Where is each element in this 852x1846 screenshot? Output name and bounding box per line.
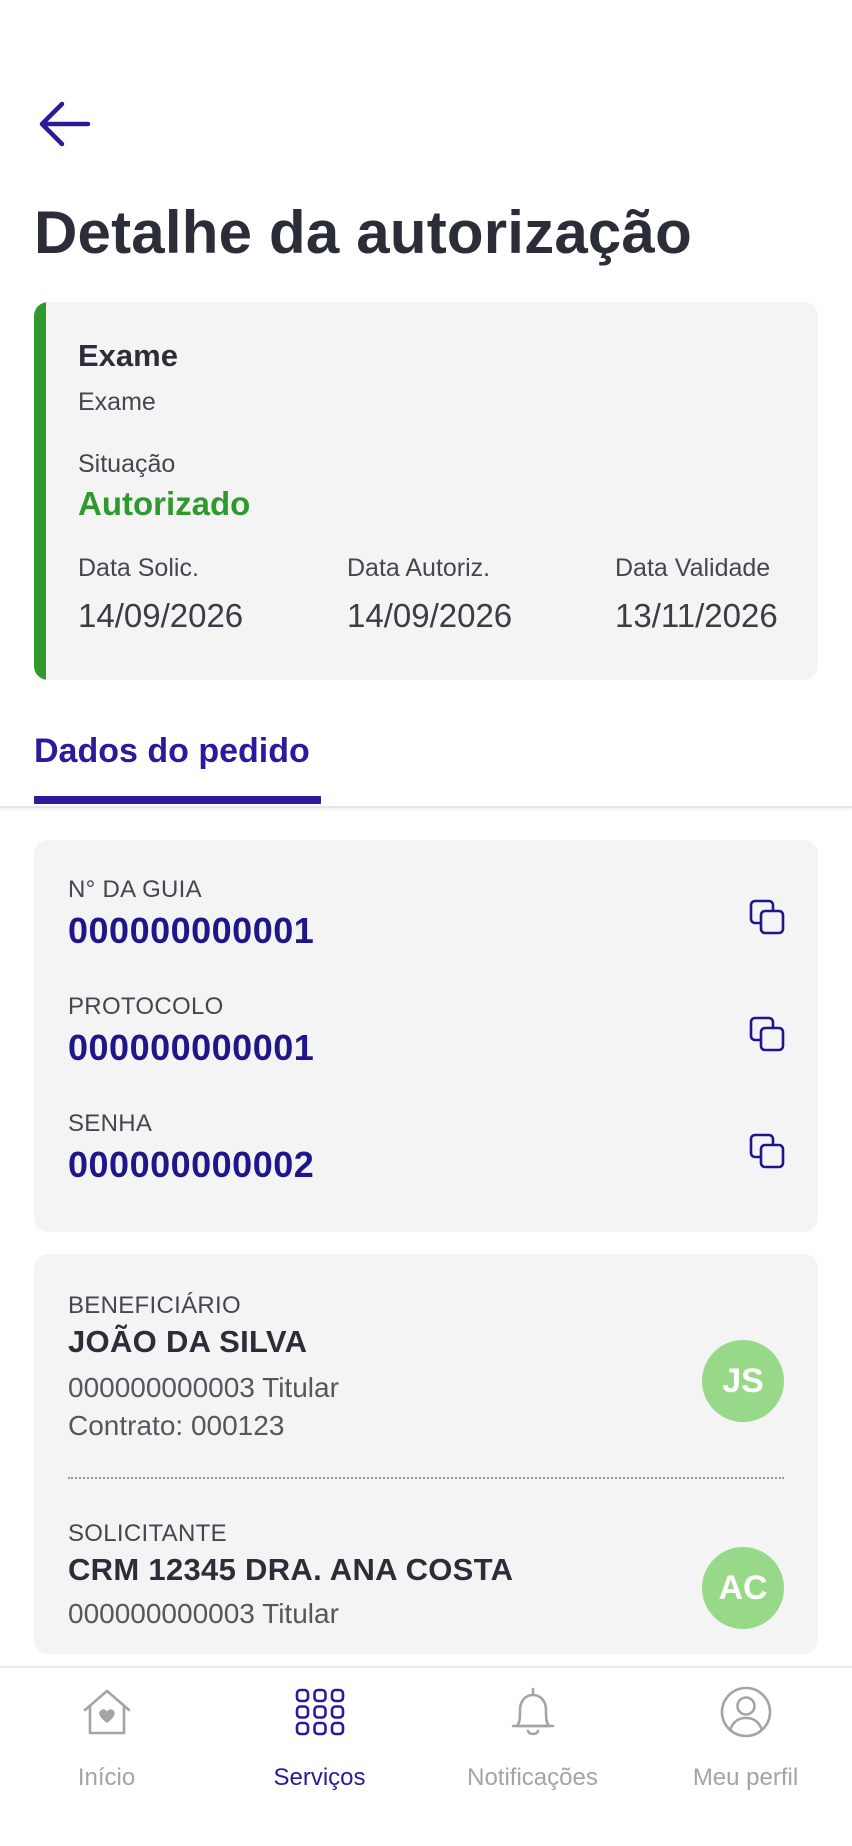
- protocol-value: 000000000001: [68, 1027, 315, 1068]
- request-date-label: Data Solic.: [78, 554, 199, 582]
- exam-subtype: Exame: [78, 388, 156, 416]
- requester-label: SOLICITANTE: [68, 1520, 227, 1547]
- password-label: SENHA: [68, 1110, 153, 1137]
- avatar: AC: [702, 1547, 784, 1629]
- copy-icon: [749, 899, 785, 935]
- authorization-date-label: Data Autoriz.: [347, 554, 491, 582]
- guide-number-row: N° DA GUIA 000000000001: [68, 876, 788, 951]
- grid-icon: [292, 1684, 348, 1740]
- beneficiary-contract: Contrato: 000123: [68, 1410, 285, 1441]
- nav-label-services: Serviços: [273, 1764, 366, 1791]
- divider: [68, 1477, 784, 1479]
- user-icon: [718, 1684, 774, 1740]
- request-date-value: 14/09/2026: [78, 597, 244, 634]
- nav-label-home: Início: [77, 1764, 136, 1791]
- copy-icon: [749, 1016, 785, 1052]
- guide-number-label: N° DA GUIA: [68, 876, 202, 903]
- exam-type: Exame: [78, 338, 178, 373]
- requester-id: 000000000003 Titular: [68, 1598, 339, 1629]
- people-card: BENEFICIÁRIO JOÃO DA SILVA 000000000003 …: [34, 1254, 818, 1654]
- validity-date-value: 13/11/2026: [615, 597, 778, 634]
- copy-password-button[interactable]: [748, 1132, 788, 1172]
- page-title: Detalhe da autorização: [34, 199, 692, 266]
- authorization-date: Data Autoriz. 14/09/2026: [347, 554, 512, 635]
- password-row: SENHA 000000000002: [68, 1110, 788, 1185]
- situation-status: Autorizado: [78, 485, 251, 522]
- copy-guide-number-button[interactable]: [748, 898, 788, 938]
- beneficiary-label: BENEFICIÁRIO: [68, 1292, 241, 1319]
- status-accent-bar: [34, 302, 46, 680]
- beneficiary-id: 000000000003 Titular: [68, 1372, 339, 1403]
- password-value: 000000000002: [68, 1144, 315, 1185]
- bell-icon: [505, 1684, 561, 1740]
- authorization-date-value: 14/09/2026: [347, 597, 513, 634]
- home-heart-icon: [79, 1684, 135, 1740]
- protocol-label: PROTOCOLO: [68, 993, 224, 1020]
- tab-order-data[interactable]: Dados do pedido: [34, 732, 310, 771]
- beneficiary-name: JOÃO DA SILVA: [68, 1324, 308, 1359]
- tab-active-indicator: [34, 796, 321, 804]
- avatar: JS: [702, 1340, 784, 1422]
- protocol-row: PROTOCOLO 000000000001: [68, 993, 788, 1068]
- situation-label: Situação: [78, 450, 176, 478]
- back-button[interactable]: [36, 100, 92, 148]
- authorization-summary-card: Exame Exame Situação Autorizado Data Sol…: [34, 302, 818, 680]
- nav-item-profile[interactable]: Meu perfil: [639, 1668, 852, 1798]
- order-identifiers-card: N° DA GUIA 000000000001 PROTOCOLO 000000…: [34, 840, 818, 1232]
- validity-date: Data Validade 13/11/2026: [615, 554, 778, 635]
- tab-bar: Dados do pedido: [0, 720, 852, 808]
- copy-icon: [749, 1133, 785, 1169]
- guide-number-value: 000000000001: [68, 910, 315, 951]
- nav-item-notifications[interactable]: Notificações: [426, 1668, 639, 1798]
- nav-item-services[interactable]: Serviços: [213, 1668, 426, 1798]
- validity-date-label: Data Validade: [615, 554, 771, 582]
- arrow-left-icon: [39, 101, 91, 147]
- requester-name: CRM 12345 DRA. ANA COSTA: [68, 1552, 514, 1587]
- bottom-navigation: Início Serviços Notificações Meu perfil: [0, 1666, 852, 1846]
- nav-label-profile: Meu perfil: [692, 1764, 799, 1791]
- nav-label-notifications: Notificações: [467, 1764, 598, 1791]
- copy-protocol-button[interactable]: [748, 1015, 788, 1055]
- request-date: Data Solic. 14/09/2026: [78, 554, 243, 635]
- nav-item-home[interactable]: Início: [0, 1668, 213, 1798]
